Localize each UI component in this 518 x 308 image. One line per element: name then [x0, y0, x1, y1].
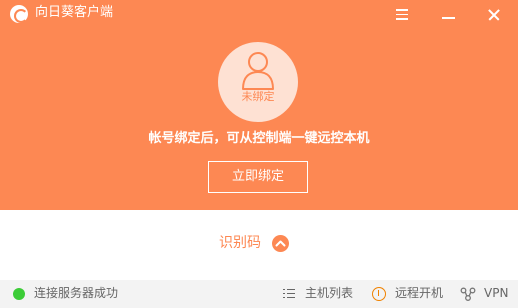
status-bar: 连接服务器成功 主机列表 远程开机 VPN — [0, 280, 518, 308]
vpn-label: VPN — [484, 286, 509, 300]
window-title: 向日葵客户端 — [35, 5, 114, 20]
connection-status-dot — [13, 288, 25, 300]
avatar: 未绑定 — [218, 42, 298, 122]
hamburger-line — [396, 18, 408, 20]
hamburger-line — [396, 13, 408, 15]
minimize-button[interactable] — [430, 0, 470, 28]
remote-boot-button[interactable]: 远程开机 — [370, 280, 450, 308]
power-icon — [372, 287, 386, 301]
host-list-label: 主机列表 — [305, 286, 354, 300]
account-panel: 向日葵客户端 未绑定 帐号绑定后，可从控制端一键远控本机 立即绑定 — [0, 0, 518, 210]
sunflower-logo-icon — [10, 5, 28, 23]
minimize-icon — [442, 17, 455, 19]
identification-code-label: 识别码 — [219, 235, 261, 251]
remote-boot-label: 远程开机 — [395, 286, 444, 300]
bind-hint-text: 帐号绑定后，可从控制端一键远控本机 — [148, 131, 370, 146]
title-bar[interactable]: 向日葵客户端 — [0, 0, 518, 28]
vpn-button[interactable]: VPN — [460, 280, 516, 308]
user-icon — [242, 52, 274, 90]
host-list-button[interactable]: 主机列表 — [283, 280, 358, 308]
hamburger-menu-button[interactable] — [382, 0, 422, 28]
bind-now-button[interactable]: 立即绑定 — [208, 161, 308, 193]
sunlogin-client-window: 向日葵客户端 未绑定 帐号绑定后，可从控制端一键远控本机 立即绑定 识别码 连接… — [0, 0, 518, 308]
connection-status-text: 连接服务器成功 — [34, 286, 119, 300]
network-icon — [460, 287, 476, 301]
close-button[interactable] — [474, 0, 514, 28]
hamburger-line — [396, 9, 408, 11]
chevron-up-icon — [272, 235, 289, 252]
binding-status-label: 未绑定 — [241, 90, 275, 103]
list-icon — [283, 289, 295, 299]
